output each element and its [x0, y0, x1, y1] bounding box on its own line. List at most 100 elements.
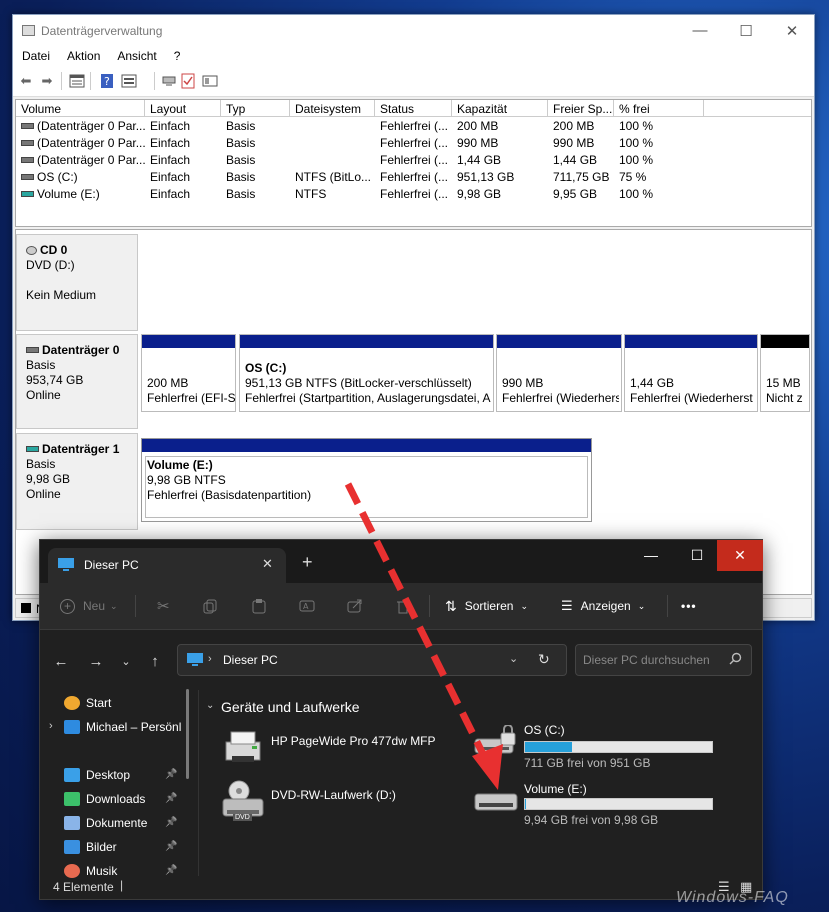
volume-cell: 951,13 GB — [457, 170, 515, 184]
volume-row[interactable]: Volume (E:) Einfach Basis NTFS Fehlerfrei (.… — [16, 185, 811, 202]
minimize-button[interactable]: — — [628, 540, 674, 570]
col-volume[interactable]: Volume — [16, 100, 145, 117]
new-button[interactable]: + Neu ⌄ — [60, 595, 118, 617]
search-icon[interactable] — [729, 652, 742, 668]
sidebar-item-bilder[interactable]: Bilder — [64, 837, 117, 857]
col-freier-speicher[interactable]: Freier Sp... — [548, 100, 614, 117]
disk-management-window: Datenträgerverwaltung — ☐ ✕ Datei Aktion… — [12, 14, 815, 621]
device-printer[interactable]: HP PageWide Pro 477dw MFP — [222, 728, 447, 766]
pin-icon[interactable]: 📌 — [165, 817, 177, 828]
drive-free-space: 9,94 GB frei von 9,98 GB — [524, 813, 659, 827]
menu-aktion[interactable]: Aktion — [58, 46, 108, 66]
refresh-icon[interactable]: ↻ — [538, 651, 550, 668]
disk0-partition-recovery1[interactable]: 990 MB Fehlerfrei (Wiederhers — [496, 334, 622, 412]
rename-icon[interactable]: A — [299, 595, 315, 617]
list-view-icon[interactable] — [120, 73, 138, 89]
expand-chevron-icon[interactable]: › — [49, 720, 53, 732]
tab-close-icon[interactable]: ✕ — [262, 556, 273, 572]
maximize-button[interactable]: ☐ — [674, 540, 720, 570]
address-dropdown-icon[interactable]: ⌄ — [509, 652, 518, 665]
menu-datei[interactable]: Datei — [13, 46, 58, 66]
volume-cell: 9,95 GB — [553, 187, 598, 201]
col-typ[interactable]: Typ — [221, 100, 290, 117]
col-layout[interactable]: Layout — [145, 100, 221, 117]
delete-icon[interactable] — [397, 595, 409, 617]
svg-text:A: A — [303, 602, 309, 611]
settings-panel-icon[interactable] — [201, 73, 219, 89]
downloads-icon — [64, 792, 80, 806]
partition-status: Fehlerfrei (Wiederherst — [630, 391, 753, 405]
copy-icon[interactable] — [203, 595, 217, 617]
watermark: Windows-FAQ — [676, 889, 789, 906]
sort-button[interactable]: ⇅ Sortieren ⌄ — [445, 595, 528, 617]
disk0-label[interactable]: Datenträger 0 Basis 953,74 GB Online — [16, 334, 138, 429]
volume-cell: NTFS — [295, 187, 327, 201]
disk1-label[interactable]: Datenträger 1 Basis 9,98 GB Online — [16, 433, 138, 530]
maximize-button[interactable]: ☐ — [723, 15, 769, 46]
usb-disk-icon — [26, 446, 39, 452]
disk1-state: Online — [26, 487, 61, 501]
share-icon[interactable] — [347, 595, 363, 617]
pin-icon[interactable]: 📌 — [165, 865, 177, 876]
sidebar-item-start[interactable]: Start — [64, 693, 111, 713]
address-bar[interactable]: › Dieser PC ⌄ ↻ — [177, 644, 567, 676]
search-box[interactable]: Dieser PC durchsuchen — [575, 644, 752, 676]
close-button[interactable]: ✕ — [717, 540, 763, 571]
device-name: DVD-RW-Laufwerk (D:) — [271, 788, 396, 802]
device-name: HP PageWide Pro 477dw MFP — [271, 734, 436, 748]
connect-icon[interactable] — [160, 73, 178, 89]
col-dateisystem[interactable]: Dateisystem — [290, 100, 375, 117]
volume-cell: 990 MB — [553, 136, 595, 150]
view-button[interactable]: ☰ Anzeigen ⌄ — [561, 595, 645, 617]
disk0-partition-recovery2[interactable]: 1,44 GB Fehlerfrei (Wiederherst — [624, 334, 758, 412]
disk1-partition-volume-e[interactable]: Volume (E:) 9,98 GB NTFS Fehlerfrei (Bas… — [141, 438, 592, 522]
volume-row[interactable]: (Datenträger 0 Par... Einfach Basis Fehlerf… — [16, 151, 811, 168]
disk0-unallocated[interactable]: 15 MB Nicht z — [760, 334, 810, 412]
cut-icon[interactable]: ✂ — [157, 595, 170, 617]
sidebar-item-desktop[interactable]: Desktop — [64, 765, 130, 785]
checklist-icon[interactable] — [179, 73, 197, 89]
paste-icon[interactable] — [252, 595, 266, 617]
close-button[interactable]: ✕ — [769, 15, 815, 46]
up-arrow-icon[interactable]: ↑ — [145, 653, 165, 670]
menu-help[interactable]: ? — [165, 46, 189, 66]
disk0-partition-os[interactable]: OS (C:) 951,13 GB NTFS (BitLocker-versch… — [239, 334, 494, 412]
recent-chevron-icon[interactable]: ⌄ — [116, 653, 136, 669]
volume-row[interactable]: (Datenträger 0 Par... Einfach Basis Fehlerf… — [16, 134, 811, 151]
home-icon — [64, 696, 80, 710]
sidebar-item-downloads[interactable]: Downloads — [64, 789, 145, 809]
forward-arrow-icon[interactable]: → — [86, 653, 106, 670]
col-prozent-frei[interactable]: % frei — [614, 100, 704, 117]
pin-icon[interactable]: 📌 — [165, 841, 177, 852]
col-status[interactable]: Status — [375, 100, 452, 117]
volume-row[interactable]: OS (C:) Einfach Basis NTFS (BitLo... Fehlerf… — [16, 168, 811, 185]
tab-dieser-pc[interactable]: Dieser PC ✕ — [48, 548, 286, 583]
sidebar-item-michael[interactable]: Michael – Persönl — [64, 717, 181, 737]
more-options-button[interactable]: ••• — [681, 595, 697, 617]
drive-volume-e[interactable]: Volume (E:) 9,94 GB frei von 9,98 GB — [473, 780, 718, 830]
disk0-partition-efi[interactable]: 200 MB Fehlerfrei (EFI-S — [141, 334, 236, 412]
pin-icon[interactable]: 📌 — [165, 769, 177, 780]
properties-icon[interactable] — [68, 73, 86, 89]
sidebar-scrollbar[interactable] — [186, 689, 189, 779]
volume-cell: Einfach — [150, 187, 191, 201]
new-tab-button[interactable]: + — [302, 552, 313, 573]
help-icon[interactable]: ? — [98, 73, 116, 89]
col-kapazitaet[interactable]: Kapazität — [452, 100, 548, 117]
back-arrow-icon[interactable]: ⬅ — [17, 73, 35, 89]
onedrive-icon — [64, 720, 80, 734]
cd0-label[interactable]: CD 0 DVD (D:) Kein Medium — [16, 234, 138, 331]
volume-row[interactable]: (Datenträger 0 Par... Einfach Basis Fehlerf… — [16, 117, 811, 134]
section-collapse-chevron-icon[interactable]: ⌄ — [206, 700, 214, 711]
menu-ansicht[interactable]: Ansicht — [108, 46, 164, 66]
menu-bar: Datei Aktion Ansicht ? — [13, 46, 814, 66]
sidebar-item-dokumente[interactable]: Dokumente — [64, 813, 147, 833]
forward-arrow-icon[interactable]: ➡ — [38, 73, 56, 89]
pin-icon[interactable]: 📌 — [165, 793, 177, 804]
device-dvd-drive[interactable]: DVD DVD-RW-Laufwerk (D:) — [222, 780, 447, 825]
back-arrow-icon[interactable]: ← — [51, 653, 71, 670]
minimize-button[interactable]: — — [677, 15, 723, 46]
sort-label: Sortieren — [464, 599, 514, 613]
drive-os-c[interactable]: OS (C:) 711 GB frei von 951 GB — [473, 723, 718, 773]
volume-cell: 75 % — [619, 170, 647, 184]
